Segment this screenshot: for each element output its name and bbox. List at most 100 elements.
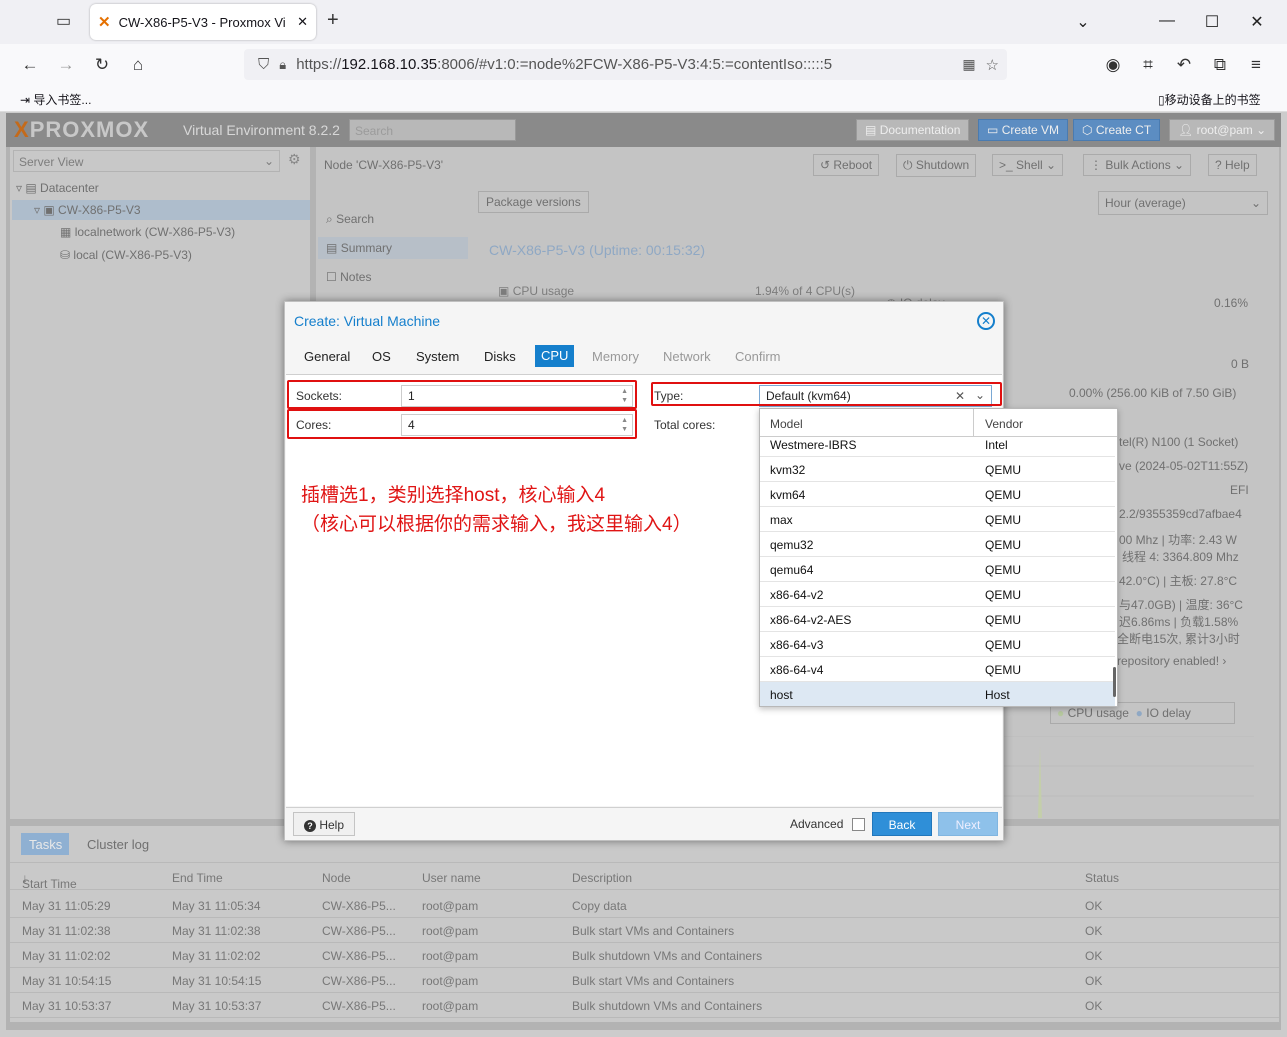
documentation-button[interactable]: ▤ Documentation: [856, 119, 970, 141]
bookmark-mobile[interactable]: ▯移动设备上的书签: [1158, 91, 1261, 108]
power-value: 全断电15次, 累计3小时: [1117, 632, 1240, 646]
global-search-input[interactable]: Search: [349, 119, 516, 141]
tree-local-storage[interactable]: ⛁ local (CW-X86-P5-V3): [60, 248, 192, 262]
account-icon[interactable]: ◉: [1102, 55, 1124, 75]
table-row[interactable]: May 31 11:05:29 May 31 11:05:34 CW-X86-P5.…: [10, 893, 1279, 918]
tasks-tab[interactable]: Tasks: [21, 833, 69, 855]
help-button[interactable]: ? Help: [293, 812, 356, 836]
list-item[interactable]: x86-64-v2-AES QEMU: [760, 607, 1115, 632]
cpu-type-dropdown[interactable]: Model Vendor Westmere-IBRS Intel kvm32 QEM…: [759, 408, 1118, 707]
col-start-time[interactable]: Start Time ↓: [22, 871, 77, 891]
forward-icon[interactable]: →: [55, 55, 77, 75]
tree-localnetwork[interactable]: ▦ localnetwork (CW-X86-P5-V3): [60, 225, 235, 239]
col-description[interactable]: Description: [572, 871, 632, 885]
dropdown-scrollbar[interactable]: [1113, 667, 1116, 697]
screenshot-icon[interactable]: ⌗: [1137, 55, 1159, 75]
list-item[interactable]: qemu32 QEMU: [760, 532, 1115, 557]
dropdown-header: Model Vendor: [760, 409, 1117, 437]
list-item[interactable]: kvm32 QEMU: [760, 457, 1115, 482]
menu-icon[interactable]: ≡: [1245, 55, 1267, 75]
advanced-checkbox[interactable]: [852, 818, 865, 831]
back-button[interactable]: Back: [872, 812, 932, 836]
io-delay-value: 0.16%: [1214, 296, 1249, 310]
list-item-selected[interactable]: host Host: [760, 682, 1115, 706]
tree-settings-icon[interactable]: ⚙: [288, 151, 301, 168]
repository-status[interactable]: repository enabled! ›: [1117, 654, 1226, 668]
menu-notes[interactable]: ☐ Notes: [326, 270, 371, 284]
minimize-icon[interactable]: —: [1157, 12, 1177, 30]
bookmark-star-icon[interactable]: ☆: [986, 56, 999, 74]
server-view-select[interactable]: Server View ⌄: [13, 150, 280, 172]
book-icon: ▤: [865, 123, 877, 137]
qr-code-icon[interactable]: ▦: [962, 56, 975, 73]
bulk-actions-button[interactable]: ⋮ Bulk Actions ⌄: [1083, 154, 1192, 176]
close-window-icon[interactable]: ✕: [1247, 12, 1267, 32]
list-item[interactable]: qemu64 QEMU: [760, 557, 1115, 582]
create-ct-button[interactable]: ⬡ Create CT: [1073, 119, 1161, 141]
close-tab-icon[interactable]: ✕: [297, 14, 308, 30]
tab-general[interactable]: General: [298, 349, 356, 364]
lock-icon[interactable]: 🔒︎: [279, 57, 286, 73]
tree-datacenter[interactable]: ▿ ▤ Datacenter: [16, 181, 99, 195]
url-text[interactable]: https://192.168.10.35:8006/#v1:0:=node%2…: [296, 56, 952, 73]
cpu-usage-label: ▣ CPU usage: [498, 284, 575, 298]
shell-button[interactable]: >_ Shell ⌄: [992, 154, 1064, 176]
temperature-value: 42.0°C) | 主板: 27.8°C: [1119, 574, 1238, 588]
table-row[interactable]: May 31 11:02:02 May 31 11:02:02 CW-X86-P5.…: [10, 943, 1279, 968]
shutdown-button[interactable]: ⏻ Shutdown: [896, 154, 977, 177]
node-help-button[interactable]: ? Help: [1208, 154, 1257, 176]
table-row[interactable]: May 31 10:53:37 May 31 10:53:37 CW-X86-P5.…: [10, 993, 1279, 1018]
reboot-button[interactable]: ↺ Reboot: [813, 154, 880, 176]
tree-node[interactable]: ▿ ▣ CW-X86-P5-V3: [12, 200, 310, 220]
undo-icon[interactable]: ↶: [1173, 55, 1195, 75]
browser-tab[interactable]: ✕ CW-X86-P5-V3 - Proxmox Vi ✕: [90, 4, 316, 40]
close-icon[interactable]: ✕: [977, 312, 995, 330]
cluster-log-tab[interactable]: Cluster log: [87, 837, 149, 852]
user-menu-button[interactable]: 👤︎ root@pam ⌄: [1169, 119, 1275, 141]
extensions-icon[interactable]: ⧉: [1209, 55, 1231, 75]
reload-icon[interactable]: ↻: [91, 55, 113, 75]
back-icon[interactable]: ←: [19, 55, 41, 75]
bookmarks-bar: ⇥ 导入书签... ▯移动设备上的书签: [0, 86, 1287, 112]
col-vendor[interactable]: Vendor: [985, 417, 1023, 431]
bookmark-import[interactable]: ⇥ 导入书签...: [20, 91, 91, 108]
tab-list-icon[interactable]: ⌄: [1073, 12, 1093, 32]
cores-highlight-box: [287, 409, 637, 439]
list-item[interactable]: x86-64-v2 QEMU: [760, 582, 1115, 607]
swap-value: 0.00% (256.00 KiB of 7.50 GiB): [1069, 386, 1237, 400]
table-row[interactable]: May 31 11:02:38 May 31 11:02:38 CW-X86-P5.…: [10, 918, 1279, 943]
timeframe-select[interactable]: Hour (average) ⌄: [1098, 191, 1268, 215]
tab-os[interactable]: OS: [366, 349, 397, 364]
database-icon: ⛁: [60, 248, 71, 262]
tab-disks[interactable]: Disks: [478, 349, 522, 364]
col-end-time[interactable]: End Time: [172, 871, 223, 885]
col-user[interactable]: User name: [422, 871, 481, 885]
url-bar[interactable]: ⛉ 🔒︎ https://192.168.10.35:8006/#v1:0:=n…: [244, 49, 1007, 80]
monitor-icon: ▭: [987, 123, 999, 137]
tab-cpu[interactable]: CPU: [535, 345, 575, 367]
advanced-label: Advanced: [790, 817, 844, 831]
menu-summary[interactable]: ▤ Summary: [318, 237, 468, 259]
annotation-text: 插槽选1，类别选择host，核心输入4 （核心可以根据你的需求输入，我这里输入4…: [301, 485, 692, 535]
list-item[interactable]: max QEMU: [760, 507, 1115, 532]
tab-system[interactable]: System: [410, 349, 465, 364]
menu-search[interactable]: ⌕ Search: [326, 212, 374, 227]
maximize-icon[interactable]: ☐: [1202, 12, 1222, 32]
create-vm-button[interactable]: ▭ Create VM: [978, 119, 1069, 141]
tab-overview-icon[interactable]: ▭: [56, 11, 71, 31]
list-item[interactable]: x86-64-v4 QEMU: [760, 657, 1115, 682]
home-icon[interactable]: ⌂: [127, 55, 149, 75]
legend-dot-cpu-icon: ●: [1057, 706, 1065, 720]
col-status[interactable]: Status: [1085, 871, 1119, 885]
new-tab-icon[interactable]: +: [327, 9, 339, 32]
shield-icon[interactable]: ⛉: [258, 56, 269, 73]
col-model[interactable]: Model: [770, 417, 803, 431]
col-node[interactable]: Node: [322, 871, 351, 885]
search-icon: ⌕: [326, 212, 333, 226]
server-rack-icon: ▤: [25, 181, 37, 195]
package-versions-button[interactable]: Package versions: [478, 191, 589, 213]
list-item[interactable]: x86-64-v3 QEMU: [760, 632, 1115, 657]
table-row[interactable]: May 31 10:54:15 May 31 10:54:15 CW-X86-P5.…: [10, 968, 1279, 993]
list-item[interactable]: kvm64 QEMU: [760, 482, 1115, 507]
list-item[interactable]: Westmere-IBRS Intel: [760, 437, 1115, 457]
